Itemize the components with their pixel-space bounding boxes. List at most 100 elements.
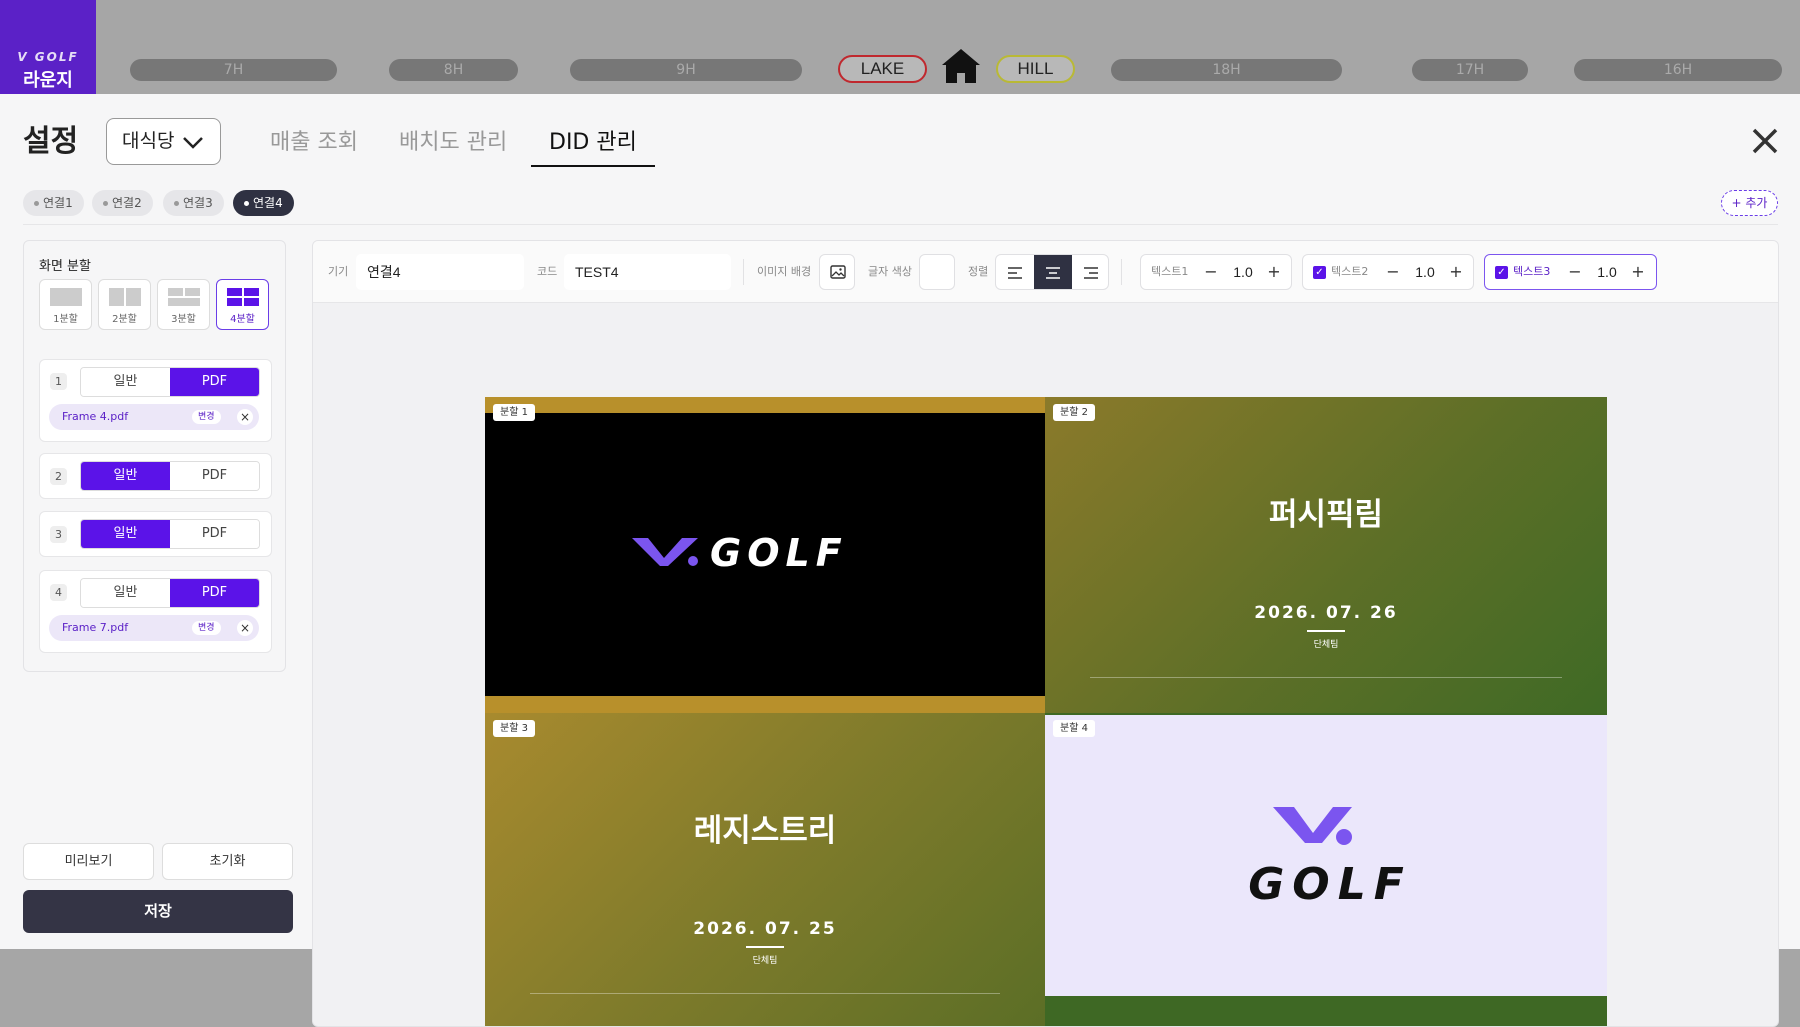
app-logo[interactable]: V GOLF 라운지 — [0, 0, 96, 94]
align-left-button[interactable] — [996, 255, 1034, 289]
tab-layout[interactable]: 배치도 관리 — [399, 124, 507, 156]
reset-button[interactable]: 초기화 — [162, 843, 293, 880]
text1-label: 텍스트1 — [1151, 265, 1189, 278]
align-label: 정렬 — [968, 265, 989, 278]
hole-17h[interactable]: 17H — [1412, 59, 1528, 81]
connection-label: 연결4 — [253, 196, 283, 210]
divider — [530, 993, 1000, 994]
dot-icon — [103, 201, 108, 206]
type-general-button[interactable]: 일반 — [81, 368, 170, 396]
change-file-button[interactable]: 변경 — [192, 410, 221, 424]
text1-value[interactable]: 1.0 — [1225, 255, 1261, 289]
remove-file-icon[interactable]: × — [237, 409, 253, 425]
align-right-button[interactable] — [1072, 255, 1108, 289]
panel-org: 단체팀 — [752, 956, 778, 966]
split-option-3[interactable]: 3분할 — [157, 279, 210, 330]
divider — [23, 224, 1778, 225]
hole-9h[interactable]: 9H — [570, 59, 802, 81]
preview-panel-3[interactable]: 분할 3 레지스트리 2026. 07. 25 단체팀 — [485, 713, 1045, 1026]
preview-panel-1[interactable]: 분할 1 GOLF — [485, 397, 1045, 713]
change-file-button[interactable]: 변경 — [192, 621, 221, 635]
slot-1: 1 일반 PDF Frame 4.pdf 변경 × — [39, 359, 272, 442]
panel-tag: 분할 3 — [493, 720, 535, 737]
font-color-swatch[interactable] — [919, 254, 955, 290]
slot-type-toggle: 일반 PDF — [80, 461, 260, 491]
split-option-4[interactable]: 4분할 — [216, 279, 269, 330]
tab-sales[interactable]: 매출 조회 — [270, 124, 358, 156]
slot-2: 2 일반 PDF — [39, 453, 272, 499]
hole-8h[interactable]: 8H — [389, 59, 518, 81]
text3-increase-button[interactable]: + — [1625, 255, 1651, 289]
text2-increase-button[interactable]: + — [1443, 255, 1469, 289]
course-lake-button[interactable]: LAKE — [838, 55, 927, 83]
did-editor: 기기 연결4 코드 TEST4 이미지 배경 글자 색상 정렬 텍스트1 − 1… — [312, 240, 1779, 1027]
hole-18h[interactable]: 18H — [1111, 59, 1342, 81]
venue-select[interactable]: 대식당 — [106, 118, 221, 165]
split-option-1[interactable]: 1분할 — [39, 279, 92, 330]
logo-text: GOLF — [1248, 859, 1412, 910]
type-pdf-button[interactable]: PDF — [170, 520, 259, 548]
page-title: 설정 — [23, 124, 79, 159]
align-group — [995, 254, 1109, 290]
course-hill-button[interactable]: HILL — [996, 55, 1075, 83]
text3-value[interactable]: 1.0 — [1589, 255, 1625, 289]
panel-title: 레지스트리 — [693, 813, 837, 849]
split-option-2[interactable]: 2분할 — [98, 279, 151, 330]
split-4-icon — [226, 288, 259, 306]
slot-4: 4 일반 PDF Frame 7.pdf 변경 × — [39, 570, 272, 653]
text2-value[interactable]: 1.0 — [1407, 255, 1443, 289]
slot-number: 2 — [50, 468, 67, 485]
connection-chip-2[interactable]: 연결2 — [92, 190, 153, 216]
align-left-icon — [1008, 267, 1022, 279]
type-pdf-button[interactable]: PDF — [170, 368, 259, 396]
text2-decrease-button[interactable]: − — [1380, 255, 1406, 289]
divider — [1090, 677, 1562, 678]
text3-decrease-button[interactable]: − — [1562, 255, 1588, 289]
text2-checkbox[interactable]: ✓ 텍스트2 — [1313, 255, 1368, 289]
connection-chip-1[interactable]: 연결1 — [23, 190, 84, 216]
type-general-button[interactable]: 일반 — [81, 462, 170, 490]
logo-text: GOLF — [710, 532, 848, 572]
text1-increase-button[interactable]: + — [1261, 255, 1287, 289]
top-course-bar: V GOLF 라운지 7H 8H 9H LAKE HILL 18H 17H 16… — [0, 0, 1800, 94]
dot-icon — [174, 201, 179, 206]
split-label: 화면 분할 — [39, 259, 91, 274]
editor-toolbar: 기기 연결4 코드 TEST4 이미지 배경 글자 색상 정렬 텍스트1 − 1… — [313, 241, 1778, 303]
bg-image-button[interactable] — [819, 254, 855, 290]
hole-16h[interactable]: 16H — [1574, 59, 1782, 81]
venue-select-value: 대식당 — [122, 130, 175, 152]
panel-org: 단체팀 — [1313, 640, 1339, 650]
code-label: 코드 — [537, 265, 558, 278]
remove-file-icon[interactable]: × — [237, 620, 253, 636]
preview-panel-2[interactable]: 분할 2 퍼시픽림 2026. 07. 26 단체팀 — [1045, 397, 1607, 713]
type-general-button[interactable]: 일반 — [81, 520, 170, 548]
code-input[interactable]: TEST4 — [564, 254, 731, 290]
tab-did[interactable]: DID 관리 — [531, 124, 655, 167]
text1-scale-control: 텍스트1 − 1.0 + — [1140, 254, 1292, 290]
vgolf-logo-icon: GOLF — [1248, 807, 1412, 910]
align-center-icon — [1046, 267, 1060, 279]
logo-brand: V GOLF — [17, 50, 79, 64]
type-general-button[interactable]: 일반 — [81, 579, 170, 607]
text3-checkbox[interactable]: ✓ 텍스트3 — [1495, 255, 1550, 289]
image-icon — [830, 265, 846, 279]
add-connection-button[interactable]: + 추가 — [1721, 190, 1778, 216]
text1-decrease-button[interactable]: − — [1198, 255, 1224, 289]
hole-7h[interactable]: 7H — [130, 59, 337, 81]
preview-panel-4[interactable]: 분할 4 GOLF — [1045, 713, 1607, 1026]
slot-type-toggle: 일반 PDF — [80, 519, 260, 549]
device-label: 기기 — [328, 265, 349, 278]
close-icon[interactable] — [1751, 127, 1779, 155]
connection-chip-3[interactable]: 연결3 — [163, 190, 224, 216]
slot-type-toggle: 일반 PDF — [80, 367, 260, 397]
device-input[interactable]: 연결4 — [356, 254, 524, 290]
save-button[interactable]: 저장 — [23, 890, 293, 933]
split-option-label: 1분할 — [53, 314, 78, 325]
home-icon[interactable] — [941, 47, 981, 85]
preview-button[interactable]: 미리보기 — [23, 843, 154, 880]
type-pdf-button[interactable]: PDF — [170, 579, 259, 607]
type-pdf-button[interactable]: PDF — [170, 462, 259, 490]
connection-chip-4[interactable]: 연결4 — [233, 190, 294, 216]
align-center-button[interactable] — [1034, 255, 1072, 289]
slot-number: 4 — [50, 584, 67, 601]
